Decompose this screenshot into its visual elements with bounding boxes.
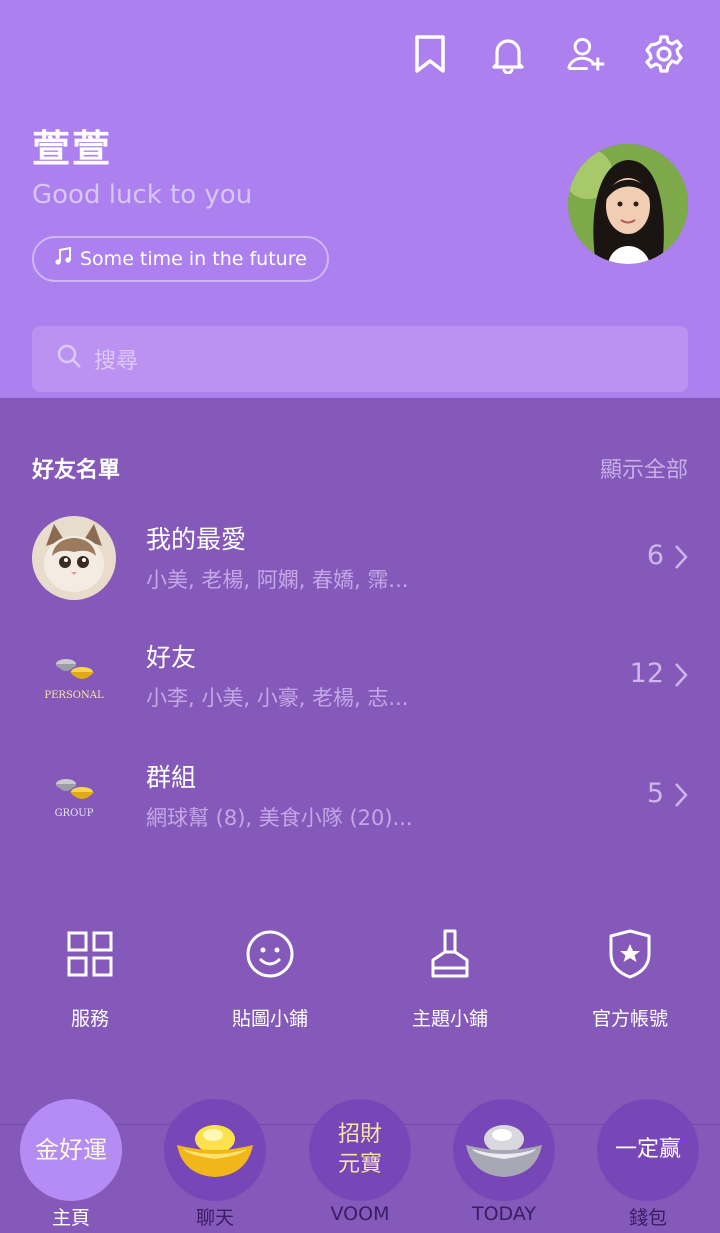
sticker-shop-button[interactable]: 貼圖小鋪 — [180, 926, 360, 1031]
theme-shop-button[interactable]: 主題小鋪 — [360, 926, 540, 1031]
groups-title: 群組 — [146, 763, 197, 792]
favorites-count: 6 — [646, 540, 664, 571]
tab-chat[interactable]: 聊天 — [163, 1099, 267, 1229]
theme-shop-label: 主題小鋪 — [411, 1008, 488, 1030]
tab-wallet[interactable]: 一定赢 錢包 — [596, 1099, 700, 1229]
groups-row[interactable]: GROUP 群組 網球幫 (8), 美食小隊 (20)... 5 — [0, 754, 720, 854]
music-label: Some time in the future — [80, 248, 307, 270]
bookmark-icon[interactable] — [410, 32, 450, 76]
silver-ingot-icon — [453, 1099, 555, 1201]
personal-ingot-icon: PERSONAL — [32, 634, 116, 718]
add-friend-icon[interactable] — [566, 32, 606, 76]
music-note-icon — [54, 246, 72, 272]
tab-home-label: 主頁 — [51, 1207, 90, 1229]
friends-section-title: 好友名單 — [32, 458, 121, 483]
tab-voom[interactable]: 招財 元寶 VOOM — [308, 1099, 412, 1225]
wallet-emblem-text: 一定赢 — [614, 1137, 681, 1162]
tab-home[interactable]: 金好運 主頁 — [19, 1099, 123, 1229]
fortune-emblem: 招財 元寶 — [309, 1099, 411, 1201]
search-icon — [56, 343, 82, 375]
friends-members: 小李, 小美, 小豪, 老楊, 志... — [146, 686, 409, 710]
tab-wallet-label: 錢包 — [628, 1207, 667, 1229]
group-badge-text: GROUP — [55, 808, 94, 819]
official-accounts-label: 官方帳號 — [591, 1008, 668, 1030]
chevron-right-icon — [674, 782, 688, 812]
friends-row[interactable]: PERSONAL 好友 小李, 小美, 小豪, 老楊, 志... 12 — [0, 634, 720, 734]
status-message[interactable]: Good luck to you — [32, 180, 252, 210]
voom-emblem-line2: 元寶 — [337, 1152, 382, 1177]
music-status-pill[interactable]: Some time in the future — [32, 236, 329, 282]
profile-header: 萱萱 Good luck to you Some time in the fut… — [0, 0, 720, 398]
shield-star-icon — [540, 926, 720, 982]
groups-members: 網球幫 (8), 美食小隊 (20)... — [146, 806, 413, 830]
search-input[interactable]: 搜尋 — [32, 326, 688, 392]
gear-icon[interactable] — [644, 32, 684, 76]
home-emblem-text: 金好運 — [35, 1136, 107, 1164]
tab-chat-label: 聊天 — [195, 1207, 234, 1229]
friends-count: 12 — [629, 658, 664, 689]
profile-name[interactable]: 萱萱 — [32, 118, 112, 173]
tab-today[interactable]: TODAY — [452, 1099, 556, 1225]
official-accounts-button[interactable]: 官方帳號 — [540, 926, 720, 1031]
friends-title: 好友 — [146, 643, 197, 672]
chevron-right-icon — [674, 544, 688, 574]
sticker-shop-label: 貼圖小鋪 — [231, 1008, 308, 1030]
group-ingot-icon: GROUP — [32, 754, 116, 838]
tab-today-label: TODAY — [472, 1203, 536, 1225]
bell-icon[interactable] — [488, 32, 528, 76]
favorites-title: 我的最愛 — [146, 525, 247, 554]
voom-emblem-line1: 招財 — [337, 1122, 382, 1147]
groups-count: 5 — [646, 778, 664, 809]
personal-badge-text: PERSONAL — [44, 690, 104, 701]
profile-avatar[interactable] — [568, 144, 688, 264]
tab-voom-label: VOOM — [330, 1203, 390, 1225]
brush-icon — [360, 926, 540, 982]
gold-ingot-icon — [164, 1099, 266, 1201]
cat-avatar — [32, 516, 116, 600]
grid-icon — [0, 926, 180, 982]
favorites-row[interactable]: 我的最愛 小美, 老楊, 阿嫻, 春嬌, 霈... 6 — [0, 516, 720, 616]
favorites-members: 小美, 老楊, 阿嫻, 春嬌, 霈... — [146, 568, 409, 592]
top-toolbar — [410, 32, 684, 76]
win-emblem: 一定赢 — [597, 1099, 699, 1201]
chevron-right-icon — [674, 662, 688, 692]
smiley-icon — [180, 926, 360, 982]
search-placeholder: 搜尋 — [94, 349, 139, 374]
services-button[interactable]: 服務 — [0, 926, 180, 1031]
home-emblem: 金好運 — [20, 1099, 122, 1201]
show-all-link[interactable]: 顯示全部 — [600, 452, 688, 484]
services-label: 服務 — [70, 1008, 109, 1030]
